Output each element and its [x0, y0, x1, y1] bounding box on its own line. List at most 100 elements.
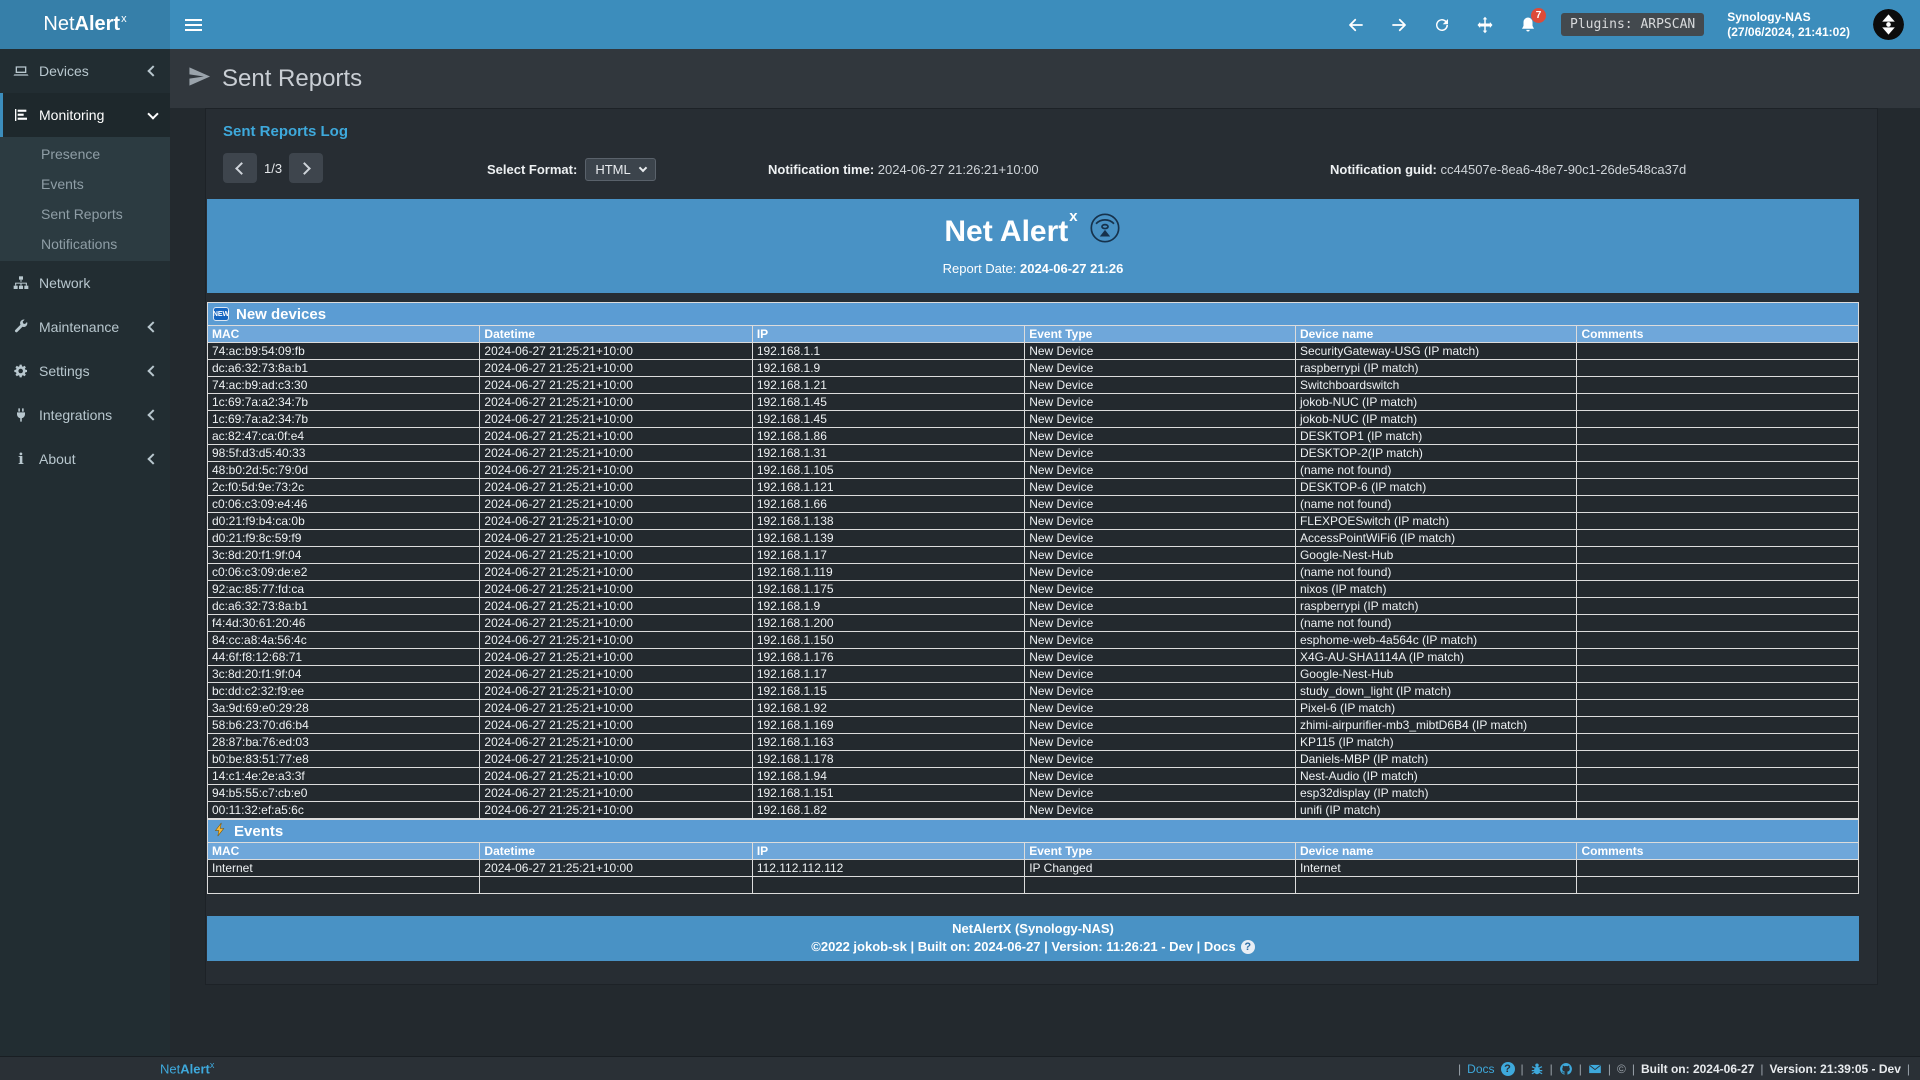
- cell: DESKTOP-6 (IP match): [1295, 479, 1576, 496]
- sidebar-item-network[interactable]: Network: [0, 261, 170, 305]
- paper-plane-icon: [188, 65, 211, 93]
- sidebar-item-events[interactable]: Events: [0, 169, 170, 199]
- mac-address-link[interactable]: 74:ac:b9:54:09:fb: [208, 343, 480, 360]
- mac-address-link[interactable]: 58:b6:23:70:d6:b4: [208, 717, 480, 734]
- mac-address-link[interactable]: 3c:8d:20:f1:9f:04: [208, 547, 480, 564]
- mac-address-link[interactable]: 94:b5:55:c7:cb:e0: [208, 785, 480, 802]
- table-row: b0:be:83:51:77:e82024-06-27 21:25:21+10:…: [208, 751, 1859, 768]
- mac-address-link[interactable]: 74:ac:b9:ad:c3:30: [208, 377, 480, 394]
- cell: New Device: [1025, 564, 1296, 581]
- prev-page-button[interactable]: [223, 153, 257, 183]
- mac-address-link[interactable]: 14:c1:4e:2e:a3:3f: [208, 768, 480, 785]
- cell: 2024-06-27 21:25:21+10:00: [480, 428, 752, 445]
- pagination: 1/3: [223, 153, 323, 183]
- brand-bold: Alert: [75, 13, 121, 36]
- mac-address-link[interactable]: d0:21:f9:8c:59:f9: [208, 530, 480, 547]
- forward-arrow-icon[interactable]: [1389, 15, 1409, 35]
- mac-address-link[interactable]: 44:6f:f8:12:68:71: [208, 649, 480, 666]
- mac-address-link[interactable]: f4:4d:30:61:20:46: [208, 615, 480, 632]
- mac-address-link[interactable]: 92:ac:85:77:fd:ca: [208, 581, 480, 598]
- mac-address-link[interactable]: 00:11:32:ef:a5:6c: [208, 802, 480, 819]
- host-timestamp: (27/06/2024, 21:41:02): [1727, 25, 1850, 40]
- sidebar-toggle-button[interactable]: [170, 0, 216, 49]
- mac-address-link[interactable]: 3c:8d:20:f1:9f:04: [208, 666, 480, 683]
- table-row: Internet2024-06-27 21:25:21+10:00112.112…: [208, 860, 1859, 877]
- mac-address-link[interactable]: dc:a6:32:73:8a:b1: [208, 360, 480, 377]
- mac-address-link[interactable]: 2c:f0:5d:9e:73:2c: [208, 479, 480, 496]
- move-icon[interactable]: [1475, 15, 1495, 35]
- cell: 2024-06-27 21:25:21+10:00: [480, 411, 752, 428]
- sidebar-item-sent-reports[interactable]: Sent Reports: [0, 199, 170, 229]
- mac-address-link[interactable]: dc:a6:32:73:8a:b1: [208, 598, 480, 615]
- sidebar-item-presence[interactable]: Presence: [0, 139, 170, 169]
- mac-address-link[interactable]: 3a:9d:69:e0:29:28: [208, 700, 480, 717]
- docs-help-icon[interactable]: ?: [1501, 1062, 1515, 1076]
- cell: 192.168.1.21: [752, 377, 1024, 394]
- cell: New Device: [1025, 768, 1296, 785]
- notification-guid-value: cc44507e-8ea6-48e7-90c1-26de548ca37d: [1441, 162, 1687, 177]
- cell: (name not found): [1295, 564, 1576, 581]
- table-row: ac:82:47:ca:0f:e42024-06-27 21:25:21+10:…: [208, 428, 1859, 445]
- cell: (name not found): [1295, 615, 1576, 632]
- sidebar-item-integrations[interactable]: Integrations: [0, 393, 170, 437]
- mac-address-link[interactable]: 84:cc:a8:4a:56:4c: [208, 632, 480, 649]
- cell: 2024-06-27 21:25:21+10:00: [480, 649, 752, 666]
- page-indicator: 1/3: [264, 161, 282, 176]
- notification-time: Notification time: 2024-06-27 21:26:21+1…: [768, 162, 1039, 177]
- cell: [1295, 877, 1576, 894]
- docs-link[interactable]: Docs: [1467, 1062, 1494, 1076]
- app-footer: NetAlertx | Docs ? | | | | © | Built on:…: [0, 1056, 1920, 1080]
- github-icon[interactable]: [1559, 1062, 1573, 1076]
- mac-address-link[interactable]: c0:06:c3:09:e4:46: [208, 496, 480, 513]
- cell: Google-Nest-Hub: [1295, 666, 1576, 683]
- mac-address-link[interactable]: 98:5f:d3:d5:40:33: [208, 445, 480, 462]
- mac-address-link[interactable]: 1c:69:7a:a2:34:7b: [208, 394, 480, 411]
- table-row: 28:87:ba:76:ed:032024-06-27 21:25:21+10:…: [208, 734, 1859, 751]
- mac-address-link[interactable]: 28:87:ba:76:ed:03: [208, 734, 480, 751]
- footer-brand[interactable]: NetAlertx: [160, 1060, 214, 1076]
- mac-address-link[interactable]: 1c:69:7a:a2:34:7b: [208, 411, 480, 428]
- format-select[interactable]: HTML: [585, 158, 655, 181]
- cell: New Device: [1025, 428, 1296, 445]
- brand-sup: x: [121, 13, 127, 25]
- cell: [1577, 428, 1859, 445]
- page-title: Sent Reports: [222, 65, 362, 93]
- sidebar-item-maintenance[interactable]: Maintenance: [0, 305, 170, 349]
- chevron-left-icon: [147, 321, 158, 332]
- cell: 192.168.1.139: [752, 530, 1024, 547]
- docs-help-icon[interactable]: ?: [1241, 940, 1255, 954]
- cell: Nest-Audio (IP match): [1295, 768, 1576, 785]
- cell: 192.168.1.82: [752, 802, 1024, 819]
- back-arrow-icon[interactable]: [1346, 15, 1366, 35]
- laptop-icon: [12, 63, 30, 79]
- app-logo[interactable]: NetAlertx: [0, 0, 170, 49]
- mac-address-link[interactable]: 48:b0:2d:5c:79:0d: [208, 462, 480, 479]
- sidebar-item-label: About: [39, 451, 76, 467]
- sidebar-item-devices[interactable]: Devices: [0, 49, 170, 93]
- refresh-icon[interactable]: [1432, 15, 1452, 35]
- email-icon[interactable]: [1588, 1062, 1602, 1076]
- sidebar-item-notifications[interactable]: Notifications: [0, 229, 170, 259]
- column-header: Event Type: [1025, 843, 1296, 860]
- mac-address-link[interactable]: ac:82:47:ca:0f:e4: [208, 428, 480, 445]
- cell: SecurityGateway-USG (IP match): [1295, 343, 1576, 360]
- copyright-symbol[interactable]: ©: [1617, 1062, 1626, 1076]
- bug-report-icon[interactable]: [1530, 1062, 1544, 1076]
- cell: [1577, 530, 1859, 547]
- sidebar-item-settings[interactable]: Settings: [0, 349, 170, 393]
- mac-address-link[interactable]: b0:be:83:51:77:e8: [208, 751, 480, 768]
- cell: [1577, 615, 1859, 632]
- sent-reports-panel: Sent Reports Log 1/3 Select Format: HTML…: [205, 108, 1878, 985]
- cell: New Device: [1025, 683, 1296, 700]
- user-avatar[interactable]: [1873, 9, 1904, 40]
- cell: New Device: [1025, 632, 1296, 649]
- sent-reports-log-link[interactable]: Sent Reports Log: [223, 123, 348, 140]
- next-page-button[interactable]: [289, 153, 323, 183]
- notifications-bell-icon[interactable]: 7: [1518, 15, 1538, 35]
- mac-address-link[interactable]: d0:21:f9:b4:ca:0b: [208, 513, 480, 530]
- mac-address-link[interactable]: c0:06:c3:09:de:e2: [208, 564, 480, 581]
- sidebar-item-about[interactable]: i About: [0, 437, 170, 481]
- mac-address-link[interactable]: bc:dd:c2:32:f9:ee: [208, 683, 480, 700]
- sidebar-item-monitoring[interactable]: Monitoring: [0, 93, 170, 137]
- report-preview: Net Alertx Report Date: 2024-0: [207, 199, 1859, 961]
